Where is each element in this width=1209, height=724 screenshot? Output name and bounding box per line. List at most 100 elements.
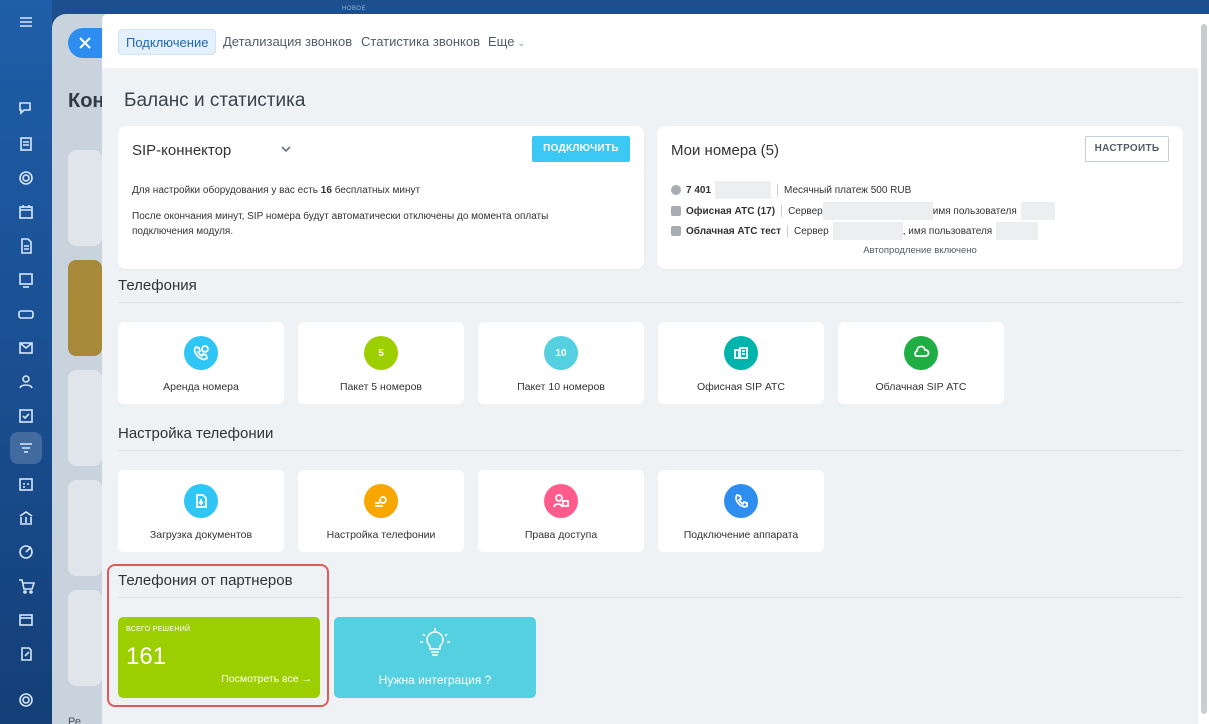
board-icon[interactable] xyxy=(16,270,36,290)
page-title: Баланс и статистика xyxy=(124,90,306,111)
drive-icon[interactable] xyxy=(16,304,36,324)
lightbulb-icon xyxy=(417,626,453,662)
integration-needed-tile[interactable]: Нужна интеграция ? xyxy=(334,617,536,698)
tile-label: Подключение аппарата xyxy=(683,529,799,541)
tile-telephony-settings[interactable]: Настройка телефонии xyxy=(298,470,464,552)
sip-connector-title: SIP-коннектор xyxy=(132,142,232,159)
tile-label: Облачная SIP АТС xyxy=(875,381,967,393)
package-5-icon: 5 xyxy=(364,336,398,370)
connect-button[interactable]: ПОДКЛЮЧИТЬ xyxy=(532,136,630,162)
pbx-icon xyxy=(671,206,681,216)
tile-label: Аренда номера xyxy=(163,381,239,393)
document-upload-icon xyxy=(184,484,218,518)
bank-icon[interactable] xyxy=(16,508,36,528)
office-pbx-row: Офисная АТС (17) Сервер имя пользователя xyxy=(671,202,1055,220)
sip-notice-line2: подключения модуля. xyxy=(132,226,234,237)
tab-more[interactable]: Еще ⌄ xyxy=(481,29,532,55)
background-card xyxy=(68,260,102,356)
menu-icon[interactable] xyxy=(16,12,36,32)
telephony-section-title: Телефония xyxy=(118,277,197,294)
tab-call-details[interactable]: Детализация звонков xyxy=(216,29,359,55)
tile-package-10[interactable]: 10 Пакет 10 номеров xyxy=(478,322,644,404)
tile-label: Права доступа xyxy=(524,529,598,541)
total-count: 161 xyxy=(126,643,167,670)
masked-value xyxy=(832,222,903,240)
my-numbers-title: Мои номера (5) xyxy=(671,142,780,159)
integration-needed-label: Нужна интеграция ? xyxy=(378,673,492,687)
new-tag: НОВОЕ xyxy=(342,6,366,12)
autorenew-status: Автопродление включено xyxy=(863,245,977,256)
tab-more-label: Еще xyxy=(488,34,515,49)
contacts-icon[interactable] xyxy=(16,372,36,392)
document-icon[interactable] xyxy=(16,236,36,256)
masked-value xyxy=(1020,202,1055,220)
package-10-icon: 10 xyxy=(544,336,578,370)
tab-call-statistics[interactable]: Статистика звонков xyxy=(354,29,487,55)
tile-access-rights[interactable]: Права доступа xyxy=(478,470,644,552)
tile-rent-number[interactable]: Аренда номера xyxy=(118,322,284,404)
device-connect-icon xyxy=(724,484,758,518)
masked-value xyxy=(715,181,772,199)
background-text: Ре xyxy=(68,716,81,724)
tab-bar: Подключение Детализация звонков Статисти… xyxy=(102,14,1198,68)
number-row: 7 401 Месячный платеж 500 RUB xyxy=(671,181,911,199)
tile-document-upload[interactable]: Загрузка документов xyxy=(118,470,284,552)
edit-icon[interactable] xyxy=(16,644,36,664)
coin-icon xyxy=(671,185,681,195)
sip-connector-card: SIP-коннектор ПОДКЛЮЧИТЬ Для настройки о… xyxy=(118,126,644,269)
target-icon[interactable] xyxy=(16,168,36,188)
calendar-icon[interactable] xyxy=(16,202,36,222)
section-divider xyxy=(118,450,1183,451)
chat-icon[interactable] xyxy=(16,98,36,118)
close-icon xyxy=(79,37,91,49)
section-divider xyxy=(118,302,1183,303)
telephony-panel: Подключение Детализация звонков Статисти… xyxy=(102,14,1209,724)
settings-gear-icon[interactable] xyxy=(16,690,36,710)
cart-icon[interactable] xyxy=(16,576,36,596)
masked-value xyxy=(822,202,933,220)
configure-button[interactable]: НАСТРОИТЬ xyxy=(1085,136,1169,162)
pbx-icon xyxy=(671,226,681,236)
close-slider-button[interactable] xyxy=(68,28,102,58)
tile-package-5[interactable]: 5 Пакет 5 номеров xyxy=(298,322,464,404)
cloud-pbx-row: Облачная АТС тест Сервер , имя пользоват… xyxy=(671,222,1039,240)
background-card xyxy=(68,590,102,686)
phone-rent-icon xyxy=(184,336,218,370)
settings-section-title: Настройка телефонии xyxy=(118,425,274,442)
access-rights-icon xyxy=(544,484,578,518)
tile-label: Офисная SIP АТС xyxy=(697,381,785,393)
app-sidebar xyxy=(0,0,52,724)
tile-label: Загрузка документов xyxy=(149,529,253,541)
tasks-icon[interactable] xyxy=(16,406,36,426)
all-solutions-tile[interactable]: ВСЕГО РЕШЕНИЙ 161 Посмотреть все → xyxy=(118,617,320,698)
sip-notice-line1: После окончания минут, SIP номера будут … xyxy=(132,211,549,222)
tile-label: Пакет 10 номеров xyxy=(517,381,605,393)
chevron-down-icon: ⌄ xyxy=(517,38,525,48)
tile-label: Настройка телефонии xyxy=(326,529,436,541)
scrollbar-thumb[interactable] xyxy=(1201,24,1207,714)
view-all-link[interactable]: Посмотреть все → xyxy=(221,673,312,685)
background-card xyxy=(68,480,102,576)
feed-icon[interactable] xyxy=(16,134,36,154)
office-pbx-icon xyxy=(724,336,758,370)
free-minutes-text: Для настройки оборудования у вас есть 16… xyxy=(132,185,421,196)
mail-icon[interactable] xyxy=(16,338,36,358)
chevron-down-icon[interactable] xyxy=(280,142,292,154)
goals-icon[interactable] xyxy=(16,542,36,562)
tab-connection[interactable]: Подключение xyxy=(118,29,217,55)
total-caption: ВСЕГО РЕШЕНИЙ xyxy=(126,626,191,633)
schedule-icon[interactable] xyxy=(16,474,36,494)
filter-icon[interactable] xyxy=(16,438,36,458)
telephony-settings-icon xyxy=(364,484,398,518)
background-page-title: Кон xyxy=(68,90,105,112)
sites-icon[interactable] xyxy=(16,610,36,630)
background-card xyxy=(68,370,102,466)
tile-label: Пакет 5 номеров xyxy=(339,381,423,393)
background-card xyxy=(68,150,102,246)
masked-value xyxy=(996,222,1039,240)
tile-device-connect[interactable]: Подключение аппарата xyxy=(658,470,824,552)
tile-office-pbx[interactable]: Офисная SIP АТС xyxy=(658,322,824,404)
tile-cloud-pbx[interactable]: Облачная SIP АТС xyxy=(838,322,1004,404)
my-numbers-card: Мои номера (5) НАСТРОИТЬ 7 401 Месячный … xyxy=(657,126,1183,269)
scrollbar-track[interactable] xyxy=(1198,14,1209,724)
